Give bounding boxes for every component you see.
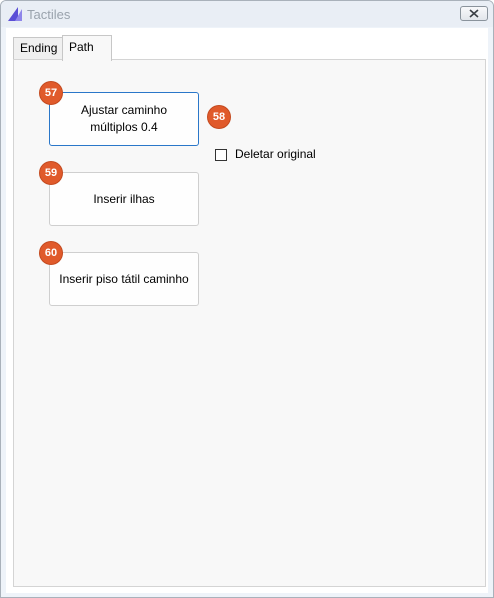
app-window: Tactiles Ending Path Ajustar caminho múl… (0, 0, 494, 598)
tactiles-logo-icon (7, 6, 23, 22)
badge-59: 59 (40, 162, 62, 184)
insert-islands-button[interactable]: Inserir ilhas (49, 172, 199, 226)
badge-58: 58 (208, 106, 230, 128)
window-client: Ending Path Ajustar caminho múltiplos 0.… (6, 28, 488, 593)
delete-original-label[interactable]: Deletar original (235, 147, 316, 161)
close-icon (469, 9, 479, 18)
badge-60: 60 (40, 242, 62, 264)
title-bar[interactable]: Tactiles (1, 1, 493, 27)
path-tab-panel: Ajustar caminho múltiplos 0.4 57 Deletar… (13, 59, 486, 587)
insert-tactile-path-button[interactable]: Inserir piso tátil caminho (49, 252, 199, 306)
close-button[interactable] (460, 6, 488, 21)
window-title: Tactiles (27, 7, 71, 22)
badge-57: 57 (40, 82, 62, 104)
delete-original-checkbox[interactable] (215, 149, 227, 161)
tab-path[interactable]: Path (62, 35, 112, 61)
adjust-path-button[interactable]: Ajustar caminho múltiplos 0.4 (49, 92, 199, 146)
tab-ending[interactable]: Ending (13, 37, 63, 59)
